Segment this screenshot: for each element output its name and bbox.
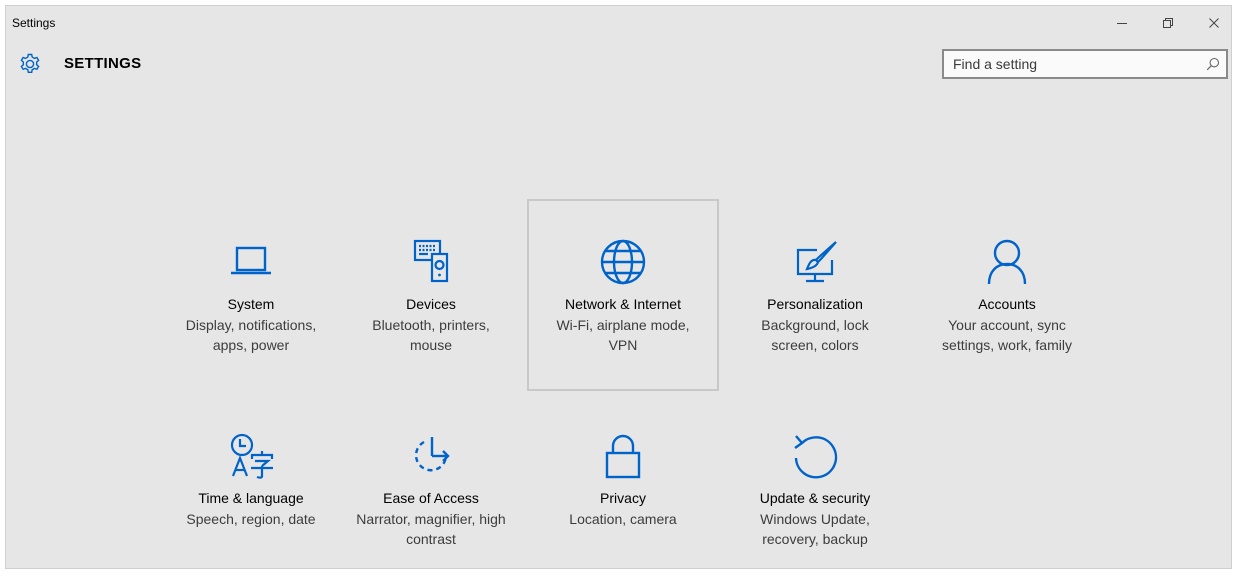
time-language-icon bbox=[226, 431, 276, 481]
tile-accounts[interactable]: Accounts Your account, sync settings, wo… bbox=[911, 199, 1103, 391]
globe-icon bbox=[598, 237, 648, 287]
tile-label: Privacy bbox=[600, 490, 646, 506]
tile-description: Location, camera bbox=[569, 511, 677, 527]
search-input[interactable] bbox=[944, 51, 1194, 77]
tile-network-internet[interactable]: Network & Internet Wi-Fi, airplane mode,… bbox=[527, 199, 719, 391]
tile-description: Display, notifications, apps, power bbox=[185, 317, 317, 353]
settings-window: Settings SETTINGS Find a setting System … bbox=[5, 5, 1232, 569]
tile-label: Update & security bbox=[759, 490, 871, 506]
update-icon bbox=[790, 431, 840, 481]
tile-ease-of-access[interactable]: Ease of Access Narrator, magnifier, high… bbox=[335, 393, 527, 585]
devices-icon bbox=[406, 237, 456, 287]
laptop-icon bbox=[226, 237, 276, 287]
tile-label: System bbox=[227, 296, 275, 312]
tile-description: Wi-Fi, airplane mode, VPN bbox=[556, 317, 690, 353]
person-icon bbox=[982, 237, 1032, 287]
tile-label: Network & Internet bbox=[565, 296, 681, 312]
restore-icon bbox=[1162, 17, 1174, 29]
tile-personalization[interactable]: Personalization Background, lock screen,… bbox=[719, 199, 911, 391]
search-icon[interactable] bbox=[1206, 57, 1220, 71]
close-icon bbox=[1208, 17, 1220, 29]
search-box[interactable] bbox=[942, 49, 1228, 79]
tile-label: Time & language bbox=[198, 490, 304, 506]
close-button[interactable] bbox=[1194, 10, 1234, 36]
tile-time-language[interactable]: Time & language Speech, region, date bbox=[155, 393, 347, 585]
gear-icon bbox=[18, 52, 42, 76]
tile-label: Ease of Access bbox=[383, 490, 479, 506]
tile-description: Windows Update, recovery, backup bbox=[760, 511, 870, 547]
tile-update-security[interactable]: Update & security Windows Update, recove… bbox=[719, 393, 911, 585]
restore-button[interactable] bbox=[1148, 10, 1188, 36]
tile-description: Narrator, magnifier, high contrast bbox=[356, 511, 506, 547]
tile-label: Accounts bbox=[978, 296, 1036, 312]
minimize-icon bbox=[1116, 17, 1128, 29]
lock-icon bbox=[598, 431, 648, 481]
tile-description: Speech, region, date bbox=[186, 511, 316, 527]
title-bar[interactable]: Settings bbox=[6, 6, 1231, 38]
tile-privacy[interactable]: Privacy Location, camera bbox=[527, 393, 719, 585]
minimize-button[interactable] bbox=[1102, 10, 1142, 36]
tile-devices[interactable]: Devices Bluetooth, printers, mouse bbox=[335, 199, 527, 391]
page-title: SETTINGS bbox=[64, 55, 142, 72]
ease-of-access-icon bbox=[406, 431, 456, 481]
settings-header: SETTINGS bbox=[6, 46, 1231, 82]
tile-label: Personalization bbox=[767, 296, 863, 312]
tile-label: Devices bbox=[406, 296, 456, 312]
tile-description: Your account, sync settings, work, famil… bbox=[942, 317, 1072, 353]
tile-description: Background, lock screen, colors bbox=[761, 317, 869, 353]
personalization-icon bbox=[790, 237, 840, 287]
window-title: Settings bbox=[12, 16, 56, 30]
tile-system[interactable]: System Display, notifications, apps, pow… bbox=[155, 199, 347, 391]
tile-description: Bluetooth, printers, mouse bbox=[372, 317, 490, 353]
